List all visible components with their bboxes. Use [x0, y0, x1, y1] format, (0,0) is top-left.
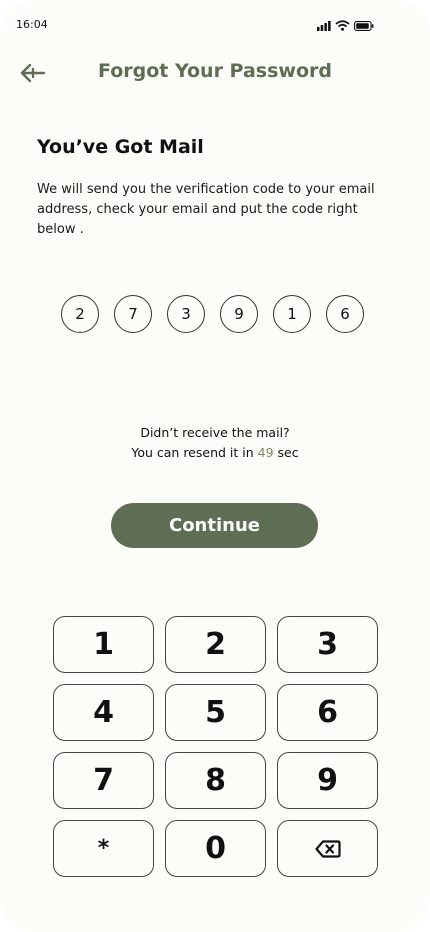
backspace-icon: [314, 839, 341, 858]
key-4[interactable]: 4: [53, 684, 154, 741]
code-digit-1[interactable]: 2: [61, 295, 99, 333]
resend-countdown: 49: [257, 445, 274, 460]
key-8[interactable]: 8: [165, 752, 266, 809]
code-digit-4[interactable]: 9: [220, 295, 258, 333]
key-5[interactable]: 5: [165, 684, 266, 741]
code-digit-2[interactable]: 7: [114, 295, 152, 333]
key-star[interactable]: *: [53, 820, 154, 877]
key-9[interactable]: 9: [277, 752, 378, 809]
signal-icon: [317, 20, 331, 31]
key-2[interactable]: 2: [165, 616, 266, 673]
battery-icon: [354, 20, 374, 31]
code-digit-3[interactable]: 3: [167, 295, 205, 333]
resend-info: Didn’t receive the mail? You can resend …: [0, 423, 430, 463]
resend-question: Didn’t receive the mail?: [140, 425, 290, 440]
status-icons: [317, 20, 374, 31]
code-digit-6[interactable]: 6: [326, 295, 364, 333]
code-digit-5[interactable]: 1: [273, 295, 311, 333]
key-6[interactable]: 6: [277, 684, 378, 741]
key-0[interactable]: 0: [165, 820, 266, 877]
content-description: We will send you the verification code t…: [37, 182, 375, 237]
phone-screen: 16:04 Forgot Your Password You’ve Got Ma…: [0, 0, 430, 932]
page-title: Forgot Your Password: [98, 60, 332, 82]
content-heading: You’ve Got Mail: [37, 136, 204, 158]
resend-suffix: sec: [277, 445, 299, 460]
key-delete[interactable]: [277, 820, 378, 877]
verification-code: 2 7 3 9 1 6: [61, 295, 364, 333]
resend-timer-line: You can resend it in 49 sec: [0, 443, 430, 463]
continue-button[interactable]: Continue: [111, 503, 318, 548]
number-keypad: 1 2 3 4 5 6 7 8 9 * 0: [53, 616, 378, 877]
wifi-icon: [335, 20, 350, 31]
status-time: 16:04: [16, 18, 48, 31]
key-1[interactable]: 1: [53, 616, 154, 673]
key-3[interactable]: 3: [277, 616, 378, 673]
key-7[interactable]: 7: [53, 752, 154, 809]
resend-prefix: You can resend it in: [131, 445, 254, 460]
